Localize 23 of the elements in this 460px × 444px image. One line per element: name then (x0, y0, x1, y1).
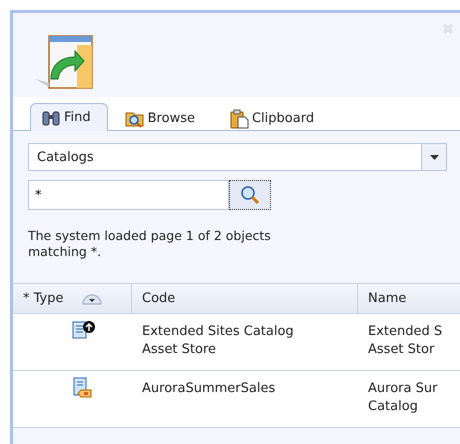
catalog-icon (71, 377, 93, 399)
result-message: The system loaded page 1 of 2 objects matching *. (28, 228, 272, 260)
binoculars-icon (41, 108, 61, 126)
tab[interactable]: Browse (114, 105, 212, 131)
column-header[interactable]: Name (358, 283, 460, 314)
sort-icon[interactable] (82, 292, 102, 304)
tab[interactable]: Clipboard (218, 105, 332, 131)
column-header[interactable]: Code (132, 283, 358, 314)
search-icon (240, 185, 260, 205)
table-cell: AuroraSummerSales (132, 371, 358, 428)
table-cell: Extended Sites Catalog Asset Store (132, 314, 358, 371)
table-cell: Extended S Asset Stor (358, 314, 460, 371)
tab[interactable]: Find (30, 103, 108, 131)
column-header[interactable]: * Type (13, 283, 132, 314)
folder-search-icon (124, 110, 145, 128)
window-arrow-icon (35, 35, 93, 91)
search-field[interactable]: * (28, 180, 229, 210)
table-cell: Aurora Sur Catalog (358, 371, 460, 428)
search-button[interactable] (229, 180, 271, 210)
dropdown-arrow-icon (430, 154, 438, 160)
catalog-icon (71, 320, 95, 340)
clipboard-icon (228, 108, 249, 128)
object-type-dropdown[interactable]: Catalogs (28, 143, 447, 171)
